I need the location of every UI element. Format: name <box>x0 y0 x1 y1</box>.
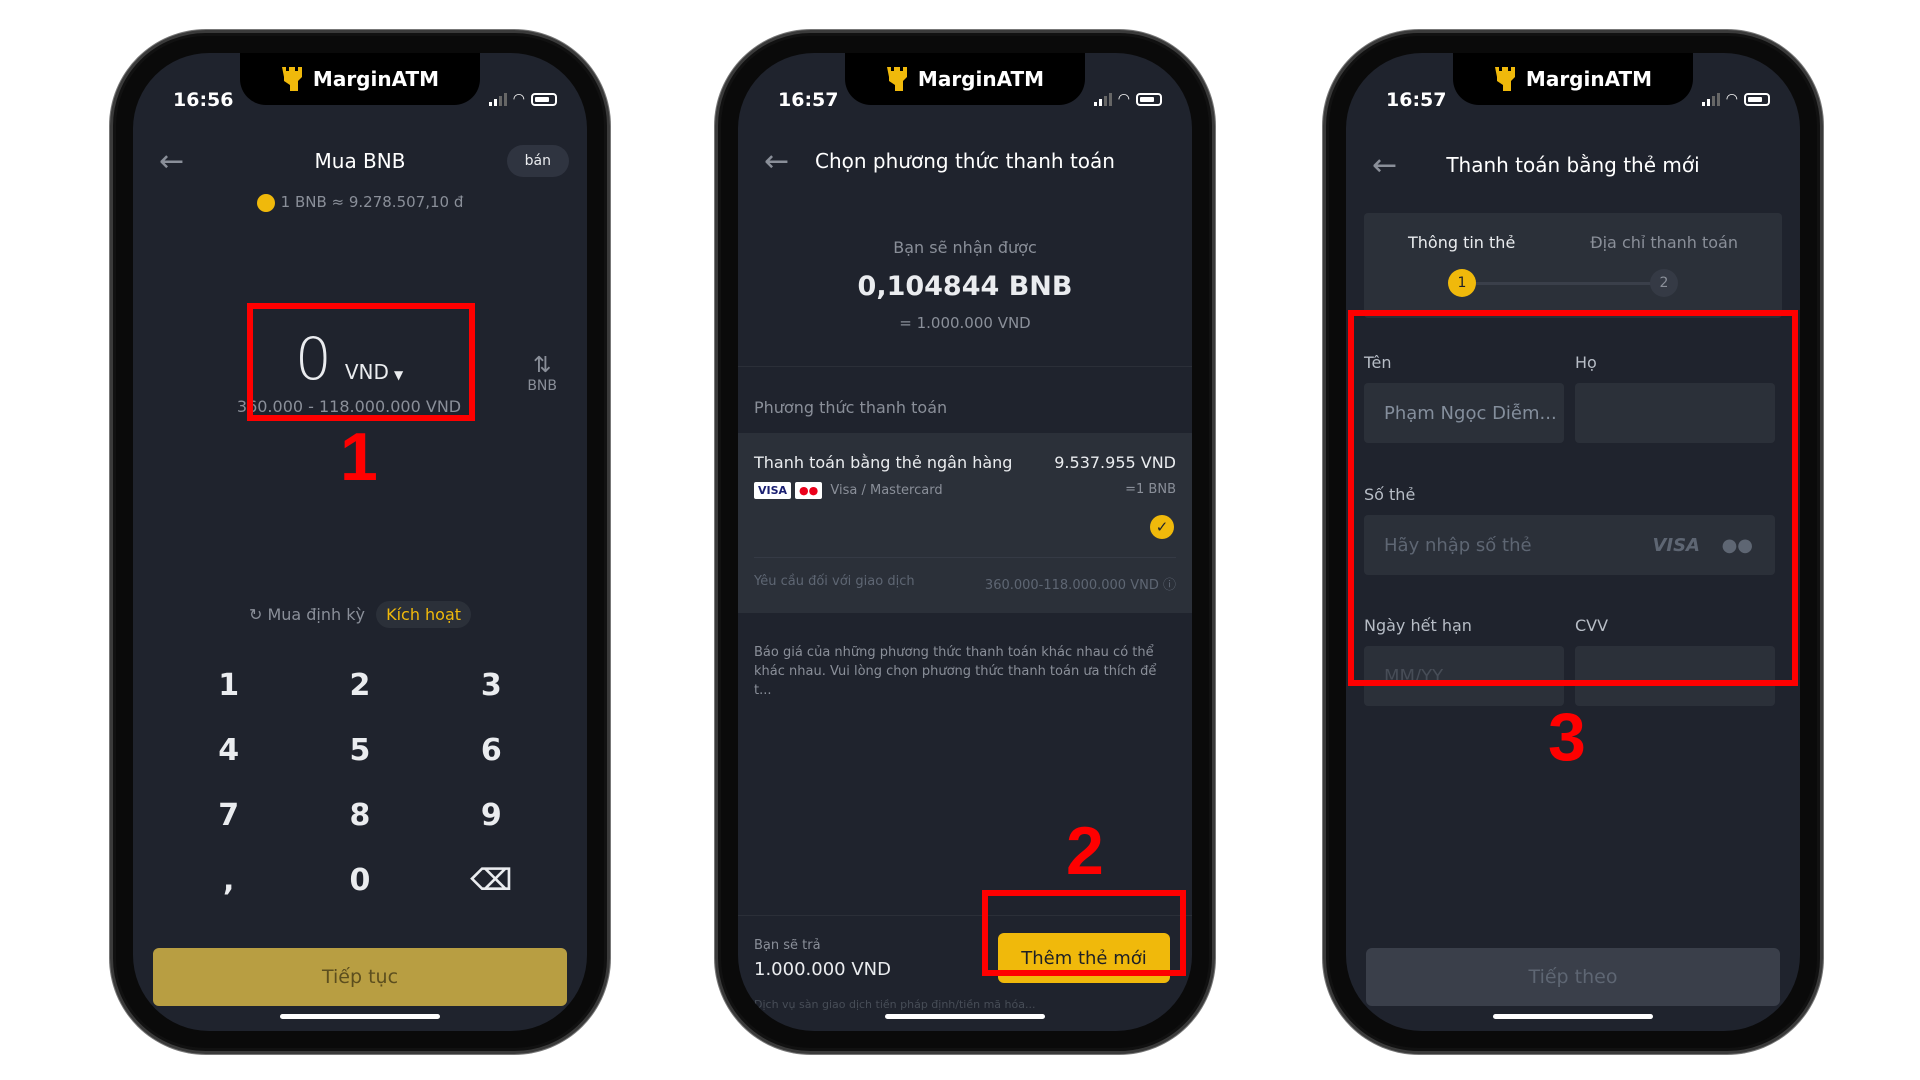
brand-name: MarginATM <box>917 67 1045 91</box>
wifi-icon: ◠ <box>512 91 525 107</box>
receive-equiv: = 1.000.000 VND <box>899 314 1031 332</box>
numeric-keypad: 1 2 3 4 5 6 7 8 9 , 0 ⌫ <box>163 668 557 900</box>
wifi-icon: ◠ <box>1117 91 1130 107</box>
notch: MarginATM <box>240 53 480 105</box>
key-9[interactable]: 9 <box>426 798 557 835</box>
method-cards: Visa / Mastercard <box>830 483 943 498</box>
step-2-label[interactable]: Địa chỉ thanh toán <box>1590 233 1738 252</box>
battery-icon <box>531 92 557 106</box>
method-section-title: Phương thức thanh toán <box>754 398 948 417</box>
signal-icon <box>488 92 507 106</box>
method-price: 9.537.955 VND <box>1054 453 1176 472</box>
back-arrow-icon[interactable]: ← <box>764 144 789 179</box>
page-header: ← Chọn phương thức thanh toán <box>738 141 1192 181</box>
info-icon[interactable]: ⓘ <box>1163 578 1176 593</box>
key-8[interactable]: 8 <box>294 798 425 835</box>
home-indicator <box>280 1014 440 1019</box>
step-1-indicator: 1 <box>1448 269 1476 297</box>
screen-buy-bnb: MarginATM 16:56 ◠ ← Mua BNB bán 1 BNB ≈ … <box>133 53 587 1031</box>
status-icons: ◠ <box>1701 91 1770 107</box>
annotation-box-2 <box>982 890 1186 976</box>
screen-payment-method: MarginATM 16:57 ◠ ← Chọn phương thức tha… <box>738 53 1192 1031</box>
annotation-box-1 <box>247 303 475 421</box>
limit-label: Yêu cầu đối với giao dịch <box>754 574 915 589</box>
swap-currency-button[interactable]: ⇅ BNB <box>527 353 557 394</box>
annotation-number-1: 1 <box>340 419 378 495</box>
swap-icon: ⇅ <box>532 353 552 378</box>
page-header: ← Mua BNB bán <box>133 141 587 181</box>
page-title: Thanh toán bằng thẻ mới <box>1446 153 1700 177</box>
price-note: Báo giá của những phương thức thanh toán… <box>754 645 1157 698</box>
annotation-box-3 <box>1348 310 1798 686</box>
bnb-coin-icon <box>256 193 275 212</box>
key-5[interactable]: 5 <box>294 733 425 770</box>
brand-name: MarginATM <box>1525 67 1653 91</box>
key-comma[interactable]: , <box>163 863 294 900</box>
annotation-number-2: 2 <box>1066 813 1104 889</box>
sell-button[interactable]: bán <box>506 145 569 177</box>
recurring-buy: ↻ Mua định kỳ Kích hoạt <box>133 601 587 628</box>
page-header: ← Thanh toán bằng thẻ mới <box>1346 145 1800 185</box>
activate-button[interactable]: Kích hoạt <box>376 601 472 628</box>
battery-icon <box>1136 92 1162 106</box>
method-name: Thanh toán bằng thẻ ngân hàng <box>754 453 1013 472</box>
status-time: 16:56 <box>173 89 234 111</box>
footer-note: Dịch vụ sàn giao dịch tiền pháp định/tiề… <box>754 998 1036 1011</box>
brand-name: MarginATM <box>312 67 440 91</box>
key-0[interactable]: 0 <box>294 863 425 900</box>
receive-label: Bạn sẽ nhận được <box>893 238 1037 257</box>
brand-logo-icon <box>281 67 302 91</box>
key-3[interactable]: 3 <box>426 668 557 705</box>
home-indicator <box>1493 1014 1653 1019</box>
check-icon: ✓ <box>1150 515 1174 539</box>
phone-buy-bnb: MarginATM 16:56 ◠ ← Mua BNB bán 1 BNB ≈ … <box>110 30 610 1054</box>
page-title: Mua BNB <box>314 149 406 173</box>
key-7[interactable]: 7 <box>163 798 294 835</box>
method-unit: =1 BNB <box>1125 482 1176 497</box>
rate-text: 1 BNB ≈ 9.278.507,10 đ <box>280 193 464 211</box>
continue-button[interactable]: Tiếp tục <box>153 948 567 1006</box>
battery-icon <box>1744 92 1770 106</box>
receive-amount: 0,104844 BNB <box>857 271 1073 302</box>
home-indicator <box>885 1014 1045 1019</box>
status-time: 16:57 <box>778 89 839 111</box>
next-button[interactable]: Tiếp theo <box>1366 948 1780 1006</box>
recurring-icon: ↻ <box>248 605 263 624</box>
stepper: Thông tin thẻ Địa chỉ thanh toán 1 2 <box>1364 213 1782 318</box>
notch: MarginATM <box>845 53 1085 105</box>
status-time: 16:57 <box>1386 89 1447 111</box>
divider <box>738 366 1192 367</box>
back-arrow-icon[interactable]: ← <box>159 144 184 179</box>
mastercard-icon: ●● <box>795 482 823 499</box>
annotation-number-3: 3 <box>1548 699 1586 775</box>
swap-label: BNB <box>527 378 557 394</box>
visa-icon: VISA <box>754 482 792 499</box>
signal-icon <box>1701 92 1720 106</box>
brand-logo-icon <box>886 67 907 91</box>
key-6[interactable]: 6 <box>426 733 557 770</box>
key-1[interactable]: 1 <box>163 668 294 705</box>
wifi-icon: ◠ <box>1725 91 1738 107</box>
back-arrow-icon[interactable]: ← <box>1372 148 1397 183</box>
page-title: Chọn phương thức thanh toán <box>815 149 1115 173</box>
backspace-icon[interactable]: ⌫ <box>426 863 557 900</box>
key-2[interactable]: 2 <box>294 668 425 705</box>
rate-line: 1 BNB ≈ 9.278.507,10 đ <box>133 193 587 212</box>
step-2-indicator: 2 <box>1650 269 1678 297</box>
step-progress-line <box>1460 282 1666 285</box>
step-1-label[interactable]: Thông tin thẻ <box>1408 233 1515 252</box>
recurring-label: Mua định kỳ <box>267 605 365 624</box>
brand-logo-icon <box>1494 67 1515 91</box>
status-icons: ◠ <box>488 91 557 107</box>
status-icons: ◠ <box>1093 91 1162 107</box>
limit-value: 360.000-118.000.000 VND <box>984 578 1159 593</box>
payment-method-card[interactable]: Thanh toán bằng thẻ ngân hàng 9.537.955 … <box>738 433 1192 613</box>
signal-icon <box>1093 92 1112 106</box>
notch: MarginATM <box>1453 53 1693 105</box>
receive-summary: Bạn sẽ nhận được 0,104844 BNB = 1.000.00… <box>738 238 1192 332</box>
key-4[interactable]: 4 <box>163 733 294 770</box>
